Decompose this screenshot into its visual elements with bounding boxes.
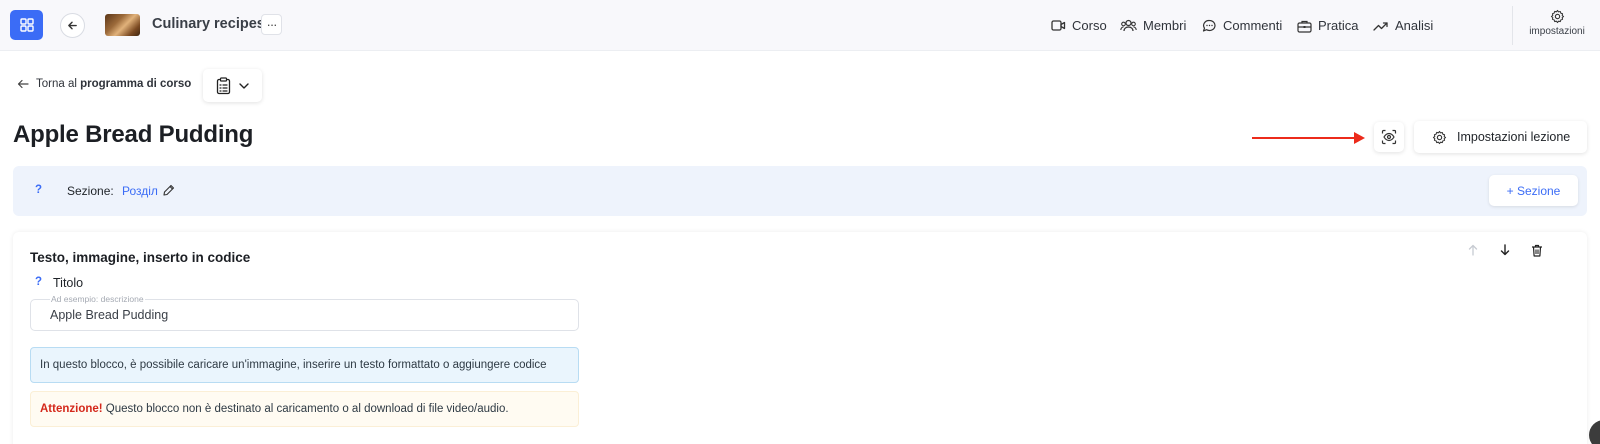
block-title: Testo, immagine, inserto in codice [30, 250, 251, 265]
warning-text: Questo blocco non è destinato al caricam… [102, 403, 509, 415]
move-down-button[interactable] [1497, 242, 1513, 258]
nav-members[interactable]: Membri [1120, 0, 1186, 51]
section-label: Sezione: [67, 184, 114, 198]
topbar-divider [1512, 6, 1513, 45]
nav-practice[interactable]: Pratica [1297, 0, 1358, 51]
back-link-prefix: Torna al [36, 78, 77, 90]
gear-icon [1550, 9, 1564, 24]
annotation-arrow-line [1252, 137, 1356, 139]
content-block-card: Testo, immagine, inserto in codice ? Tit… [13, 232, 1587, 444]
annotation-arrow-head [1354, 132, 1365, 144]
arrow-left-icon [17, 79, 29, 89]
briefcase-icon [1297, 20, 1312, 33]
course-more-button[interactable]: ··· [261, 14, 282, 35]
move-up-button[interactable] [1465, 242, 1481, 258]
section-help-icon[interactable]: ? [35, 184, 42, 196]
arrow-down-icon [1500, 244, 1510, 256]
add-section-button[interactable]: + Sezione [1489, 175, 1578, 206]
back-link-target: programma di corso [80, 78, 192, 90]
grid-icon [19, 18, 34, 32]
apps-grid-button[interactable] [10, 10, 43, 40]
course-thumbnail[interactable] [105, 14, 140, 36]
arrow-up-icon [1468, 244, 1478, 256]
back-to-syllabus-link[interactable]: Torna al programma di corso [17, 78, 191, 90]
nav-course-label: Corso [1072, 18, 1107, 33]
more-icon: ··· [266, 17, 278, 32]
nav-comments-label: Commenti [1223, 18, 1283, 33]
nav-practice-label: Pratica [1318, 18, 1359, 33]
nav-members-label: Membri [1143, 18, 1187, 33]
lesson-settings-button[interactable]: Impostazioni lezione [1414, 121, 1587, 153]
edit-section-button[interactable] [163, 183, 175, 201]
lesson-title: Apple Bread Pudding [13, 121, 254, 148]
section-value[interactable]: Розділ [122, 184, 158, 198]
top-bar: Culinary recipes ··· Corso Membri Commen… [0, 0, 1600, 51]
warning-notice: Attenzione! Questo blocco non è destinat… [30, 391, 579, 427]
settings-button[interactable]: impostazioni [1521, 9, 1593, 37]
trend-icon [1373, 21, 1388, 31]
users-icon [1120, 19, 1137, 32]
chevron-down-icon [239, 82, 249, 89]
trash-icon [1532, 244, 1542, 257]
video-icon [1051, 20, 1066, 31]
warning-title: Attenzione! [40, 403, 103, 415]
arrow-left-icon [68, 21, 77, 30]
pencil-icon [163, 184, 175, 196]
nav-course[interactable]: Corso [1051, 0, 1107, 51]
lesson-settings-label: Impostazioni lezione [1457, 130, 1571, 144]
comment-icon [1202, 19, 1216, 32]
delete-block-button[interactable] [1529, 242, 1545, 258]
gear-icon [1432, 130, 1447, 144]
floating-action-button[interactable] [1589, 420, 1600, 444]
lesson-type-dropdown[interactable] [203, 69, 262, 102]
clipboard-icon [216, 76, 231, 94]
settings-label: impostazioni [1529, 26, 1585, 37]
back-button[interactable] [60, 13, 85, 38]
title-input[interactable] [31, 300, 578, 330]
eye-scan-icon [1381, 129, 1397, 145]
nav-analytics[interactable]: Analisi [1373, 0, 1433, 51]
course-title[interactable]: Culinary recipes [152, 16, 265, 32]
info-notice: In questo blocco, è possibile caricare u… [30, 347, 579, 383]
preview-button[interactable] [1374, 122, 1404, 152]
title-field: Ad esempio: descrizione [30, 294, 579, 331]
title-field-label: Titolo [53, 276, 84, 290]
title-help-icon[interactable]: ? [35, 276, 42, 288]
nav-comments[interactable]: Commenti [1202, 0, 1282, 51]
nav-analytics-label: Analisi [1395, 18, 1434, 33]
section-bar: ? Sezione: Розділ + Sezione [13, 166, 1587, 216]
